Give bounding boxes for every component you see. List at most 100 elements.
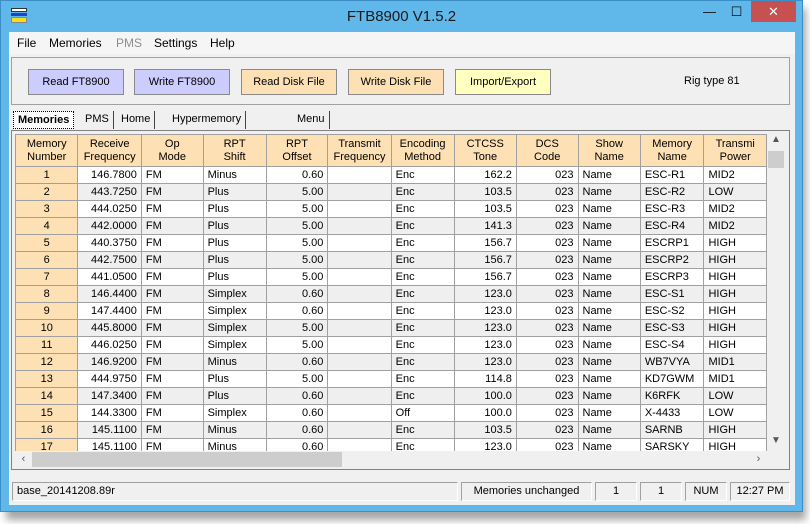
- cell-memory-number[interactable]: 4: [15, 217, 79, 235]
- cell-encoding-method[interactable]: Enc: [390, 200, 455, 218]
- cell-encoding-method[interactable]: Off: [390, 404, 455, 422]
- cell-op-mode[interactable]: FM: [140, 421, 204, 439]
- cell-rpt-shift[interactable]: Simplex: [202, 285, 267, 303]
- table-row[interactable]: 17 145.1100 FM Minus 0.60 Enc 123.0 023 Name SARS…: [15, 438, 767, 451]
- cell-receive-frequency[interactable]: 147.3400: [77, 387, 142, 405]
- cell-op-mode[interactable]: FM: [140, 166, 204, 184]
- vertical-scroll-thumb[interactable]: [768, 151, 784, 168]
- cell-memory-name[interactable]: ESC-S4: [639, 336, 705, 354]
- column-header-rpt-shift[interactable]: RPT Shift: [202, 134, 267, 167]
- cell-encoding-method[interactable]: Enc: [390, 387, 455, 405]
- cell-op-mode[interactable]: FM: [140, 404, 204, 422]
- cell-encoding-method[interactable]: Enc: [390, 285, 455, 303]
- cell-encoding-method[interactable]: Enc: [390, 166, 455, 184]
- cell-rpt-offset[interactable]: 0.60: [265, 166, 329, 184]
- cell-rpt-offset[interactable]: 5.00: [265, 370, 329, 388]
- close-button[interactable]: ✕: [751, 1, 796, 22]
- title-bar[interactable]: FTB8900 V1.5.2 — ☐ ✕: [1, 1, 802, 32]
- cell-memory-number[interactable]: 1: [15, 166, 79, 184]
- read-disk-file-button[interactable]: Read Disk File: [241, 69, 337, 95]
- cell-op-mode[interactable]: FM: [140, 302, 204, 320]
- cell-dcs-code[interactable]: 023: [515, 166, 579, 184]
- cell-encoding-method[interactable]: Enc: [390, 438, 455, 451]
- cell-show-name[interactable]: Name: [577, 166, 641, 184]
- tab-hypermemory-vfos[interactable]: Hypermemory VFOs: [168, 111, 247, 141]
- table-row[interactable]: 1 146.7800 FM Minus 0.60 Enc 162.2 023 Name ESC-R…: [15, 166, 767, 184]
- cell-transmit-frequency[interactable]: [327, 404, 392, 422]
- cell-receive-frequency[interactable]: 146.4400: [77, 285, 142, 303]
- import-export-button[interactable]: Import/Export: [455, 69, 551, 95]
- cell-receive-frequency[interactable]: 146.9200: [77, 353, 142, 371]
- minimize-button[interactable]: —: [696, 1, 723, 22]
- cell-encoding-method[interactable]: Enc: [390, 302, 455, 320]
- table-row[interactable]: 7 441.0500 FM Plus 5.00 Enc 156.7 023 Name ESCRP3…: [15, 268, 767, 286]
- cell-encoding-method[interactable]: Enc: [390, 268, 455, 286]
- cell-dcs-code[interactable]: 023: [515, 421, 579, 439]
- menu-pms[interactable]: PMS: [116, 36, 142, 50]
- cell-rpt-offset[interactable]: 5.00: [265, 234, 329, 252]
- table-row[interactable]: 5 440.3750 FM Plus 5.00 Enc 156.7 023 Name ESCRP1…: [15, 234, 767, 252]
- cell-memory-number[interactable]: 7: [15, 268, 79, 286]
- cell-receive-frequency[interactable]: 145.1100: [77, 421, 142, 439]
- cell-ctcss-tone[interactable]: 156.7: [453, 268, 517, 286]
- cell-transmit-power[interactable]: HIGH: [703, 438, 767, 451]
- cell-dcs-code[interactable]: 023: [515, 268, 579, 286]
- cell-memory-number[interactable]: 13: [15, 370, 79, 388]
- cell-transmit-frequency[interactable]: [327, 353, 392, 371]
- cell-transmit-frequency[interactable]: [327, 438, 392, 451]
- cell-op-mode[interactable]: FM: [140, 183, 204, 201]
- cell-memory-number[interactable]: 12: [15, 353, 79, 371]
- cell-encoding-method[interactable]: Enc: [390, 319, 455, 337]
- cell-memory-number[interactable]: 15: [15, 404, 79, 422]
- cell-transmit-power[interactable]: LOW: [703, 387, 767, 405]
- cell-memory-name[interactable]: X-4433: [639, 404, 705, 422]
- cell-receive-frequency[interactable]: 445.8000: [77, 319, 142, 337]
- scroll-left-icon[interactable]: ‹: [15, 451, 32, 468]
- cell-encoding-method[interactable]: Enc: [390, 234, 455, 252]
- cell-transmit-power[interactable]: HIGH: [703, 421, 767, 439]
- cell-dcs-code[interactable]: 023: [515, 285, 579, 303]
- cell-ctcss-tone[interactable]: 123.0: [453, 353, 517, 371]
- cell-transmit-frequency[interactable]: [327, 370, 392, 388]
- column-header-transmit-power[interactable]: Transmi Power: [703, 134, 767, 167]
- column-header-memory-number[interactable]: Memory Number: [15, 134, 79, 167]
- cell-transmit-power[interactable]: LOW: [703, 404, 767, 422]
- cell-transmit-power[interactable]: HIGH: [703, 302, 767, 320]
- cell-receive-frequency[interactable]: 442.0000: [77, 217, 142, 235]
- cell-rpt-shift[interactable]: Minus: [202, 353, 267, 371]
- cell-rpt-shift[interactable]: Plus: [202, 387, 267, 405]
- cell-dcs-code[interactable]: 023: [515, 370, 579, 388]
- tab-memories[interactable]: Memories: [13, 111, 75, 129]
- cell-ctcss-tone[interactable]: 123.0: [453, 319, 517, 337]
- cell-transmit-power[interactable]: HIGH: [703, 319, 767, 337]
- cell-show-name[interactable]: Name: [577, 234, 641, 252]
- maximize-button[interactable]: ☐: [723, 1, 750, 22]
- cell-encoding-method[interactable]: Enc: [390, 217, 455, 235]
- cell-receive-frequency[interactable]: 446.0250: [77, 336, 142, 354]
- cell-memory-name[interactable]: ESCRP3: [639, 268, 705, 286]
- cell-rpt-offset[interactable]: 5.00: [265, 217, 329, 235]
- column-header-encoding-method[interactable]: Encoding Method: [390, 134, 455, 167]
- column-header-memory-name[interactable]: Memory Name: [639, 134, 705, 167]
- cell-rpt-shift[interactable]: Simplex: [202, 302, 267, 320]
- column-header-show-name[interactable]: Show Name: [577, 134, 641, 167]
- cell-memory-number[interactable]: 2: [15, 183, 79, 201]
- cell-transmit-frequency[interactable]: [327, 285, 392, 303]
- cell-rpt-shift[interactable]: Plus: [202, 200, 267, 218]
- cell-rpt-offset[interactable]: 5.00: [265, 183, 329, 201]
- cell-dcs-code[interactable]: 023: [515, 302, 579, 320]
- cell-memory-number[interactable]: 16: [15, 421, 79, 439]
- cell-ctcss-tone[interactable]: 162.2: [453, 166, 517, 184]
- cell-transmit-frequency[interactable]: [327, 387, 392, 405]
- column-header-dcs-code[interactable]: DCS Code: [515, 134, 579, 167]
- cell-transmit-power[interactable]: HIGH: [703, 234, 767, 252]
- cell-dcs-code[interactable]: 023: [515, 353, 579, 371]
- cell-show-name[interactable]: Name: [577, 404, 641, 422]
- column-header-ctcss-tone[interactable]: CTCSS Tone: [453, 134, 517, 167]
- cell-ctcss-tone[interactable]: 103.5: [453, 200, 517, 218]
- menu-file[interactable]: File: [17, 36, 36, 50]
- table-row[interactable]: 4 442.0000 FM Plus 5.00 Enc 141.3 023 Name ESC-R4…: [15, 217, 767, 235]
- menu-settings[interactable]: Settings: [154, 36, 197, 50]
- table-row[interactable]: 11 446.0250 FM Simplex 5.00 Enc 123.0 023 Name ES…: [15, 336, 767, 354]
- cell-receive-frequency[interactable]: 444.0250: [77, 200, 142, 218]
